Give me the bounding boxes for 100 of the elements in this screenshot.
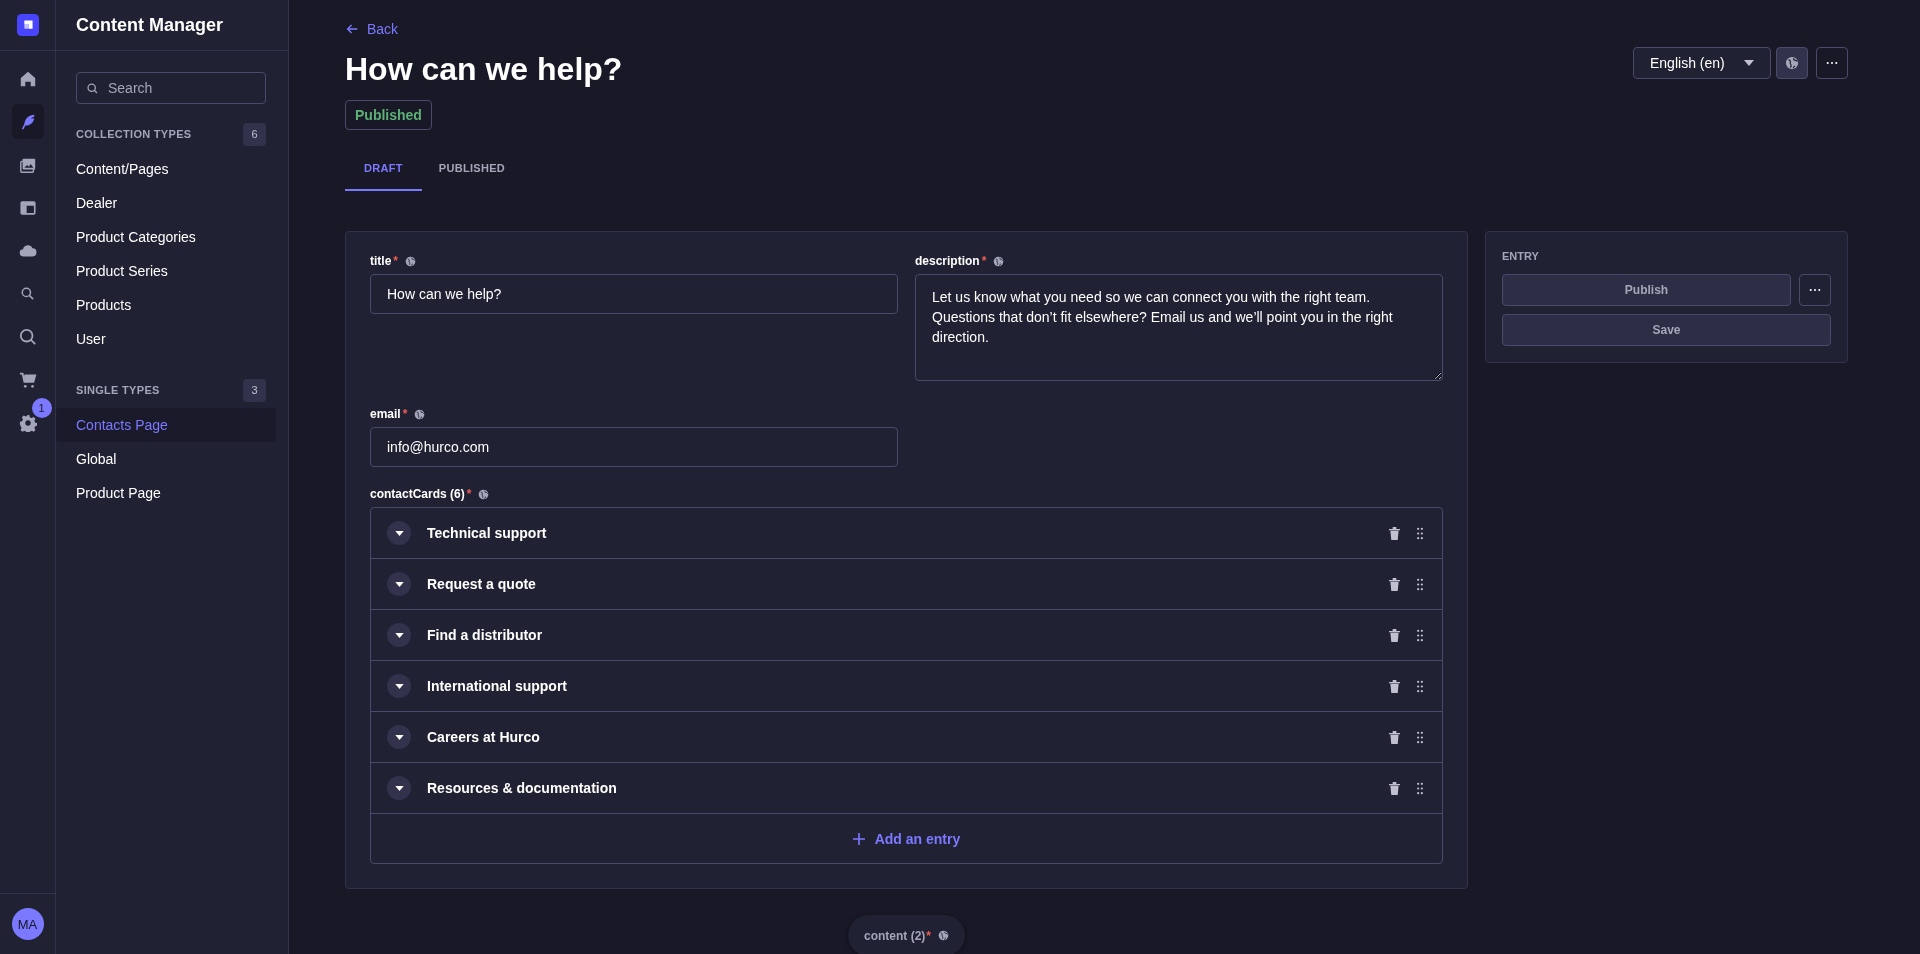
sidebar-item[interactable]: Content/Pages <box>56 152 276 186</box>
search-field[interactable]: Search <box>76 72 266 104</box>
locale-button[interactable] <box>1776 47 1808 79</box>
count-badge: 6 <box>243 122 266 146</box>
expand-button[interactable] <box>387 623 411 647</box>
delete-button[interactable] <box>1389 730 1400 744</box>
card-title: Request a quote <box>427 576 537 592</box>
input-field[interactable]: How can we help? <box>370 274 898 314</box>
required-mark: * <box>393 254 398 268</box>
more-icon <box>1809 288 1821 292</box>
drag-icon <box>1416 577 1424 591</box>
page-title: How can we help? <box>345 51 623 88</box>
globe-icon <box>993 255 1005 267</box>
caret-icon <box>1744 60 1754 66</box>
globe-icon <box>1785 56 1799 70</box>
home-icon <box>18 69 37 88</box>
drag-handle[interactable] <box>1416 781 1424 795</box>
search-icon <box>86 82 99 95</box>
tab[interactable]: DRAFT <box>345 146 422 191</box>
cart-icon <box>18 370 37 389</box>
settings-icon <box>18 413 37 432</box>
drag-handle[interactable] <box>1416 526 1424 540</box>
card-title: Careers at Hurco <box>427 729 541 745</box>
sidebar-item[interactable]: Product Series <box>56 254 276 288</box>
sidebar-item[interactable]: Product Page <box>56 476 276 510</box>
logo-icon[interactable] <box>16 14 39 36</box>
layout-icon <box>18 198 37 217</box>
search-icon <box>18 327 37 346</box>
drag-handle[interactable] <box>1416 577 1424 591</box>
trash-icon <box>1389 628 1400 642</box>
user-avatar[interactable]: MA <box>11 908 44 940</box>
delete-button[interactable] <box>1389 577 1400 591</box>
globe-icon <box>405 255 416 267</box>
field-label: contactCards (6) <box>370 487 465 501</box>
notification-badge: 1 <box>31 398 52 418</box>
save-button[interactable]: Save <box>1502 314 1831 346</box>
caret-icon <box>394 785 404 791</box>
card-title: Resources & documentation <box>427 780 618 796</box>
delete-button[interactable] <box>1389 781 1400 795</box>
delete-button[interactable] <box>1389 628 1400 642</box>
drag-handle[interactable] <box>1416 628 1424 642</box>
globe-icon <box>414 408 426 420</box>
trash-icon <box>1389 730 1400 744</box>
expand-button[interactable] <box>387 776 411 800</box>
trash-icon <box>1389 679 1400 693</box>
search-icon <box>20 286 35 301</box>
section-heading: COLLECTION TYPES <box>76 128 192 140</box>
panel-heading: ENTRY <box>1502 250 1540 262</box>
sidebar-item[interactable]: Contacts Page <box>56 408 276 442</box>
drag-icon <box>1416 628 1424 642</box>
caret-icon <box>394 530 404 536</box>
input-field[interactable]: info@hurco.com <box>370 427 898 467</box>
caret-icon <box>394 734 404 740</box>
publish-button[interactable]: Publish <box>1502 274 1791 306</box>
expand-button[interactable] <box>387 725 411 749</box>
caret-icon <box>394 581 404 587</box>
caret-icon <box>394 683 404 689</box>
section-pill[interactable]: content (2)* <box>848 915 965 954</box>
section-heading: SINGLE TYPES <box>76 384 160 396</box>
trash-icon <box>1389 526 1400 540</box>
sidebar-item[interactable]: Products <box>56 288 276 322</box>
drag-handle[interactable] <box>1416 679 1424 693</box>
sidebar-item[interactable]: Global <box>56 442 276 476</box>
locale-select[interactable]: English (en) <box>1633 47 1771 79</box>
back-link[interactable]: Back <box>345 20 399 37</box>
drag-icon <box>1416 679 1424 693</box>
nav-button[interactable] <box>11 104 44 139</box>
expand-button[interactable] <box>387 521 411 545</box>
caret-icon <box>394 632 404 638</box>
drag-icon <box>1416 526 1424 540</box>
globe-icon <box>478 488 490 500</box>
card-title: Technical support <box>427 525 548 541</box>
sidebar-item[interactable]: Product Categories <box>56 220 276 254</box>
sidebar-item[interactable]: User <box>56 322 276 356</box>
required-mark: * <box>466 487 472 501</box>
count-badge: 3 <box>243 378 266 402</box>
field-label: description <box>915 254 980 268</box>
drag-icon <box>1416 781 1424 795</box>
required-mark: * <box>981 254 987 268</box>
text-area[interactable]: Let us know what you need so we can connect you with the right team. Questions that don’t fit elsewhere? Email us and we’ll point you in the right direction. <box>915 274 1443 381</box>
more-icon <box>1826 61 1838 65</box>
globe-icon <box>938 930 949 941</box>
drag-icon <box>1416 730 1424 744</box>
delete-button[interactable] <box>1389 526 1400 540</box>
add-entry-button[interactable]: Add an entry <box>852 830 961 847</box>
tab[interactable]: PUBLISHED <box>421 146 523 191</box>
expand-button[interactable] <box>387 674 411 698</box>
status-badge: Published <box>345 100 432 130</box>
sidebar-item[interactable]: Dealer <box>56 186 276 220</box>
card-title: International support <box>427 678 568 694</box>
delete-button[interactable] <box>1389 679 1400 693</box>
card-title: Find a distributor <box>427 627 544 643</box>
drag-handle[interactable] <box>1416 730 1424 744</box>
trash-icon <box>1389 577 1400 591</box>
field-label: title <box>370 254 392 268</box>
trash-icon <box>1389 781 1400 795</box>
plus-icon <box>852 832 865 845</box>
field-label: email <box>370 407 401 421</box>
expand-button[interactable] <box>387 572 411 596</box>
required-mark: * <box>402 407 408 421</box>
